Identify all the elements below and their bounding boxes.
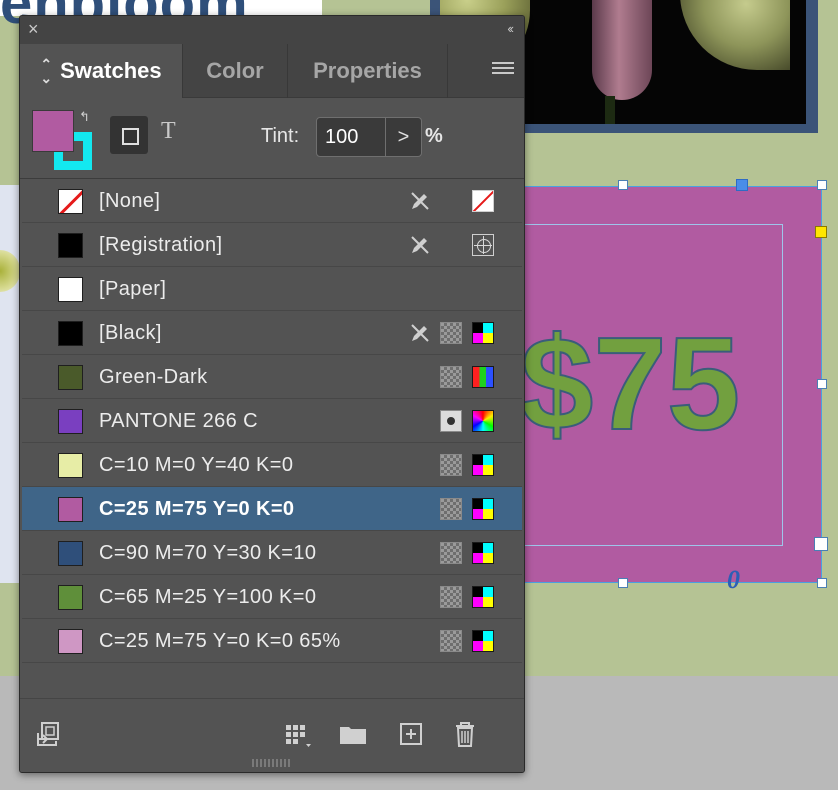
- show-swatch-kinds-icon[interactable]: [282, 719, 312, 749]
- swatch-row-c90-m70-y30-k10[interactable]: C=90 M=70 Y=30 K=10: [22, 531, 522, 575]
- process-color-icon: [440, 498, 462, 520]
- cmyk-icon: [472, 454, 494, 476]
- swatch-row-black[interactable]: [Black]: [22, 311, 522, 355]
- document-left-image-strip: [0, 185, 20, 583]
- place-swatch-icon[interactable]: [34, 719, 64, 749]
- formatting-affects-text-button[interactable]: T: [161, 118, 176, 145]
- frame-corner-options-handle[interactable]: [815, 226, 827, 238]
- process-color-icon: [440, 542, 462, 564]
- swatch-row-paper[interactable]: [Paper]: [22, 267, 522, 311]
- frame-handle-middle-right[interactable]: [817, 379, 827, 389]
- rgb-icon: [472, 366, 494, 388]
- tint-input[interactable]: [316, 117, 386, 157]
- new-swatch-icon[interactable]: [396, 719, 426, 749]
- cmyk-icon: [472, 630, 494, 652]
- panel-titlebar[interactable]: × ‹‹: [20, 16, 524, 44]
- spot-color-icon: [440, 410, 462, 432]
- close-icon[interactable]: ×: [28, 20, 39, 38]
- process-color-icon: [440, 630, 462, 652]
- swatch-chip: [58, 189, 83, 214]
- swatch-list: [None] [Registration] [Paper] [Black] Gr…: [20, 178, 524, 698]
- frame-handle-top-center[interactable]: [736, 179, 748, 191]
- tint-slider-button[interactable]: >: [386, 117, 422, 157]
- process-color-icon: [440, 366, 462, 388]
- swatch-row-pantone-266-c[interactable]: PANTONE 266 C: [22, 399, 522, 443]
- swatch-chip: [58, 541, 83, 566]
- swatch-name: C=10 M=0 Y=40 K=0: [99, 454, 294, 476]
- swatch-row-c10-m0-y40-k0[interactable]: C=10 M=0 Y=40 K=0: [22, 443, 522, 487]
- swatch-name: C=25 M=75 Y=0 K=0: [99, 498, 295, 520]
- swatch-chip: [58, 497, 83, 522]
- swatch-chip: [58, 365, 83, 390]
- frame-handle-top-left[interactable]: [618, 180, 628, 190]
- new-color-group-icon[interactable]: [338, 719, 368, 749]
- swatch-name: C=90 M=70 Y=30 K=10: [99, 542, 317, 564]
- process-color-icon: [440, 454, 462, 476]
- frame-out-port[interactable]: [814, 537, 828, 551]
- tab-reorder-icon: ⌃ ⌄: [40, 56, 53, 86]
- swatch-name: [Black]: [99, 322, 162, 344]
- panel-menu-icon[interactable]: [492, 62, 514, 78]
- fill-swatch-icon[interactable]: [32, 110, 74, 152]
- process-color-icon: [440, 322, 462, 344]
- swatch-controls: ↰ T Tint: > %: [20, 98, 524, 178]
- cmyk-icon: [472, 542, 494, 564]
- swatch-row-c25-m75-y0-k0[interactable]: C=25 M=75 Y=0 K=0: [22, 487, 522, 531]
- swatch-name: PANTONE 266 C: [99, 410, 258, 432]
- locked-pencil-icon: [411, 236, 429, 254]
- frame-handle-bottom-right[interactable]: [817, 578, 827, 588]
- swatch-chip: [58, 277, 83, 302]
- swatch-row-c25-m75-y0-k0-65[interactable]: C=25 M=75 Y=0 K=0 65%: [22, 619, 522, 663]
- swatch-row-registration[interactable]: [Registration]: [22, 223, 522, 267]
- swatch-chip: [58, 233, 83, 258]
- locked-pencil-icon: [411, 192, 429, 210]
- frame-content-grabber-icon[interactable]: 0: [727, 567, 740, 593]
- locked-pencil-icon: [411, 324, 429, 342]
- swatch-chip: [58, 629, 83, 654]
- frame-handle-top-right[interactable]: [817, 180, 827, 190]
- orchid-petal-right: [680, 0, 790, 70]
- swatch-chip: [58, 409, 83, 434]
- swatch-name: C=25 M=75 Y=0 K=0 65%: [99, 630, 341, 652]
- delete-swatch-icon[interactable]: [450, 719, 480, 749]
- formatting-affects-container-button[interactable]: [110, 116, 148, 154]
- cmyk-icon: [472, 498, 494, 520]
- lab-icon: [472, 410, 494, 432]
- swatch-row-green-dark[interactable]: Green-Dark: [22, 355, 522, 399]
- swatch-name: [Registration]: [99, 234, 223, 256]
- tab-swatches[interactable]: ⌃ ⌄ Swatches: [20, 44, 183, 98]
- cmyk-icon: [472, 322, 494, 344]
- frame-handle-bottom-left[interactable]: [618, 578, 628, 588]
- orchid-pouch: [592, 0, 652, 100]
- collapse-icon[interactable]: ‹‹: [507, 21, 514, 36]
- cmyk-icon: [472, 586, 494, 608]
- swatch-name: Green-Dark: [99, 366, 208, 388]
- tab-color-label: Color: [206, 58, 264, 83]
- tab-properties[interactable]: Properties: [288, 44, 448, 98]
- none-swatch-icon: [472, 190, 494, 212]
- swatch-chip: [58, 453, 83, 478]
- swatch-name: [Paper]: [99, 278, 167, 300]
- registration-icon: [472, 234, 494, 256]
- panel-tabs: ⌃ ⌄ Swatches Color Properties: [20, 44, 524, 98]
- swatches-panel: × ‹‹ ⌃ ⌄ Swatches Color Properties ↰ T Ti…: [19, 15, 525, 773]
- tab-swatches-label: Swatches: [60, 58, 162, 83]
- swatch-row-none[interactable]: [None]: [22, 179, 522, 223]
- swatch-chip: [58, 321, 83, 346]
- swatch-chip: [58, 585, 83, 610]
- panel-bottom-bar: [20, 698, 524, 772]
- price-text[interactable]: $75: [519, 317, 741, 451]
- swatch-row-c65-m25-y100-k0[interactable]: C=65 M=25 Y=100 K=0: [22, 575, 522, 619]
- orchid-stem: [605, 96, 615, 124]
- swatch-name: C=65 M=25 Y=100 K=0: [99, 586, 317, 608]
- panel-resize-grip[interactable]: [252, 759, 292, 767]
- swatch-name: [None]: [99, 190, 161, 212]
- process-color-icon: [440, 586, 462, 608]
- tab-color[interactable]: Color: [183, 44, 288, 98]
- tint-label: Tint:: [261, 125, 300, 147]
- tint-percent-label: %: [425, 125, 443, 147]
- tab-properties-label: Properties: [313, 58, 422, 83]
- swap-fill-stroke-icon[interactable]: ↰: [79, 109, 90, 125]
